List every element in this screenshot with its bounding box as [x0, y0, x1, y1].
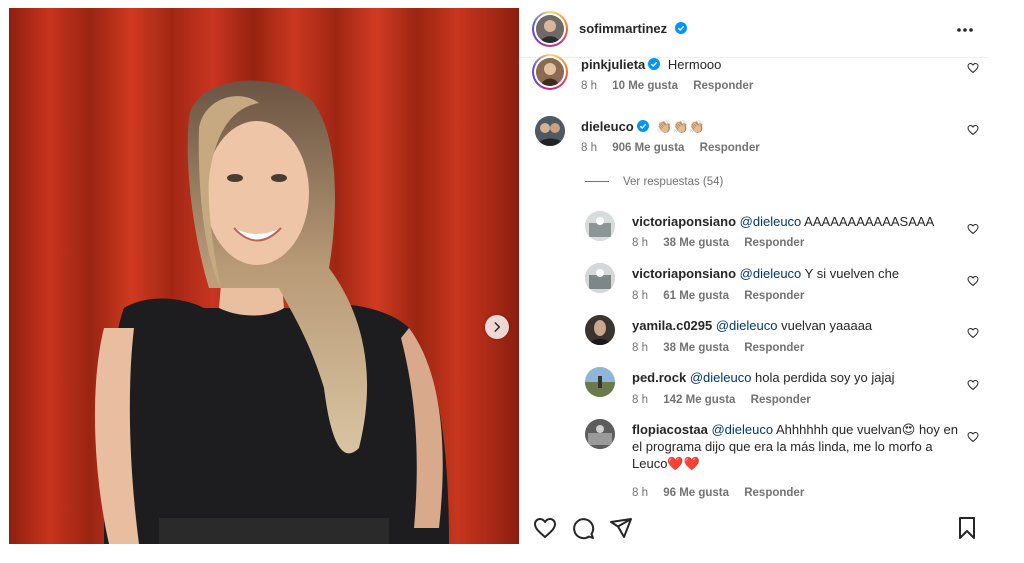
- comment-text: Hermooo: [667, 57, 722, 72]
- reply-text: AAAAAAAAAAASAAA: [801, 214, 935, 229]
- verified-badge-icon: [674, 22, 687, 34]
- comments-panel: sofimmartinez pinkjulieta Hermooo 8 h 10…: [519, 8, 989, 544]
- reply-mention[interactable]: @dieleuco: [716, 318, 778, 333]
- like-heart-icon[interactable]: [967, 62, 979, 74]
- reply-button[interactable]: Responder: [693, 80, 753, 92]
- like-heart-icon[interactable]: [967, 431, 979, 443]
- divider-line: [585, 181, 609, 183]
- author-avatar: [536, 15, 564, 43]
- reply-username[interactable]: flopiacostaa: [632, 422, 708, 437]
- avatar[interactable]: [585, 419, 615, 449]
- like-heart-icon[interactable]: [967, 124, 979, 136]
- avatar[interactable]: [585, 263, 615, 293]
- reply-time: 8 h: [632, 342, 648, 354]
- reply-likes[interactable]: 38 Me gusta: [663, 237, 729, 249]
- heart-icon[interactable]: [533, 516, 557, 540]
- reply-button[interactable]: Responder: [744, 237, 804, 249]
- reply-mention[interactable]: @dieleuco: [740, 266, 802, 281]
- like-heart-icon[interactable]: [967, 327, 979, 339]
- like-heart-icon[interactable]: [967, 223, 979, 235]
- like-heart-icon[interactable]: [967, 275, 979, 287]
- post-actions-bar: [519, 504, 989, 544]
- avatar[interactable]: [585, 211, 615, 241]
- reply-likes[interactable]: 38 Me gusta: [663, 342, 729, 354]
- reply-time: 8 h: [632, 237, 648, 249]
- avatar: [536, 58, 564, 86]
- comment-icon[interactable]: [571, 516, 595, 540]
- comment-username[interactable]: dieleuco: [581, 119, 634, 134]
- reply-likes[interactable]: 96 Me gusta: [663, 487, 729, 499]
- reply-username[interactable]: ped.rock: [632, 370, 686, 385]
- chevron-right-icon: [494, 322, 501, 332]
- comment-likes[interactable]: 906 Me gusta: [612, 142, 684, 154]
- view-replies-label: Ver respuestas (54): [623, 176, 724, 188]
- comment-likes[interactable]: 10 Me gusta: [612, 80, 678, 92]
- verified-badge-icon: [636, 120, 649, 132]
- view-replies-button[interactable]: Ver respuestas (54): [585, 176, 723, 188]
- reply-username[interactable]: yamila.c0295: [632, 318, 712, 333]
- reply-username[interactable]: victoriaponsiano: [632, 266, 736, 281]
- reply-button[interactable]: Responder: [700, 142, 760, 154]
- reply-mention[interactable]: @dieleuco: [690, 370, 752, 385]
- comment-story-ring[interactable]: [532, 54, 568, 90]
- post-header: sofimmartinez: [519, 8, 989, 58]
- woman-portrait-image: [9, 8, 519, 544]
- share-icon[interactable]: [609, 516, 633, 540]
- next-photo-button[interactable]: [485, 315, 509, 339]
- reply-time: 8 h: [632, 394, 648, 406]
- author-story-ring[interactable]: [532, 11, 568, 47]
- reply-button[interactable]: Responder: [751, 394, 811, 406]
- save-icon[interactable]: [955, 516, 979, 540]
- comment-username[interactable]: pinkjulieta: [581, 57, 645, 72]
- avatar[interactable]: [535, 116, 565, 146]
- author-username[interactable]: sofimmartinez: [579, 21, 667, 36]
- reply-likes[interactable]: 142 Me gusta: [663, 394, 735, 406]
- more-horizontal-icon[interactable]: [955, 22, 975, 38]
- reply-button[interactable]: Responder: [744, 290, 804, 302]
- post-photo: [9, 8, 519, 544]
- comment-time: 8 h: [581, 142, 597, 154]
- reply-mention[interactable]: @dieleuco: [711, 422, 773, 437]
- reply-text: vuelvan yaaaaa: [777, 318, 873, 333]
- reply-button[interactable]: Responder: [744, 342, 804, 354]
- reply-mention[interactable]: @dieleuco: [740, 214, 802, 229]
- avatar[interactable]: [585, 315, 615, 345]
- reply-likes[interactable]: 61 Me gusta: [663, 290, 729, 302]
- comment-time: 8 h: [581, 80, 597, 92]
- reply-username[interactable]: victoriaponsiano: [632, 214, 736, 229]
- like-heart-icon[interactable]: [967, 379, 979, 391]
- reply-time: 8 h: [632, 487, 648, 499]
- avatar[interactable]: [585, 367, 615, 397]
- reply-time: 8 h: [632, 290, 648, 302]
- reply-text: hola perdida soy yo jajaj: [751, 370, 895, 385]
- comment-text: 👏🏼👏🏼👏🏼: [656, 119, 705, 134]
- verified-badge-icon: [648, 58, 661, 70]
- reply-button[interactable]: Responder: [744, 487, 804, 499]
- reply-text: Y si vuelven che: [801, 266, 900, 281]
